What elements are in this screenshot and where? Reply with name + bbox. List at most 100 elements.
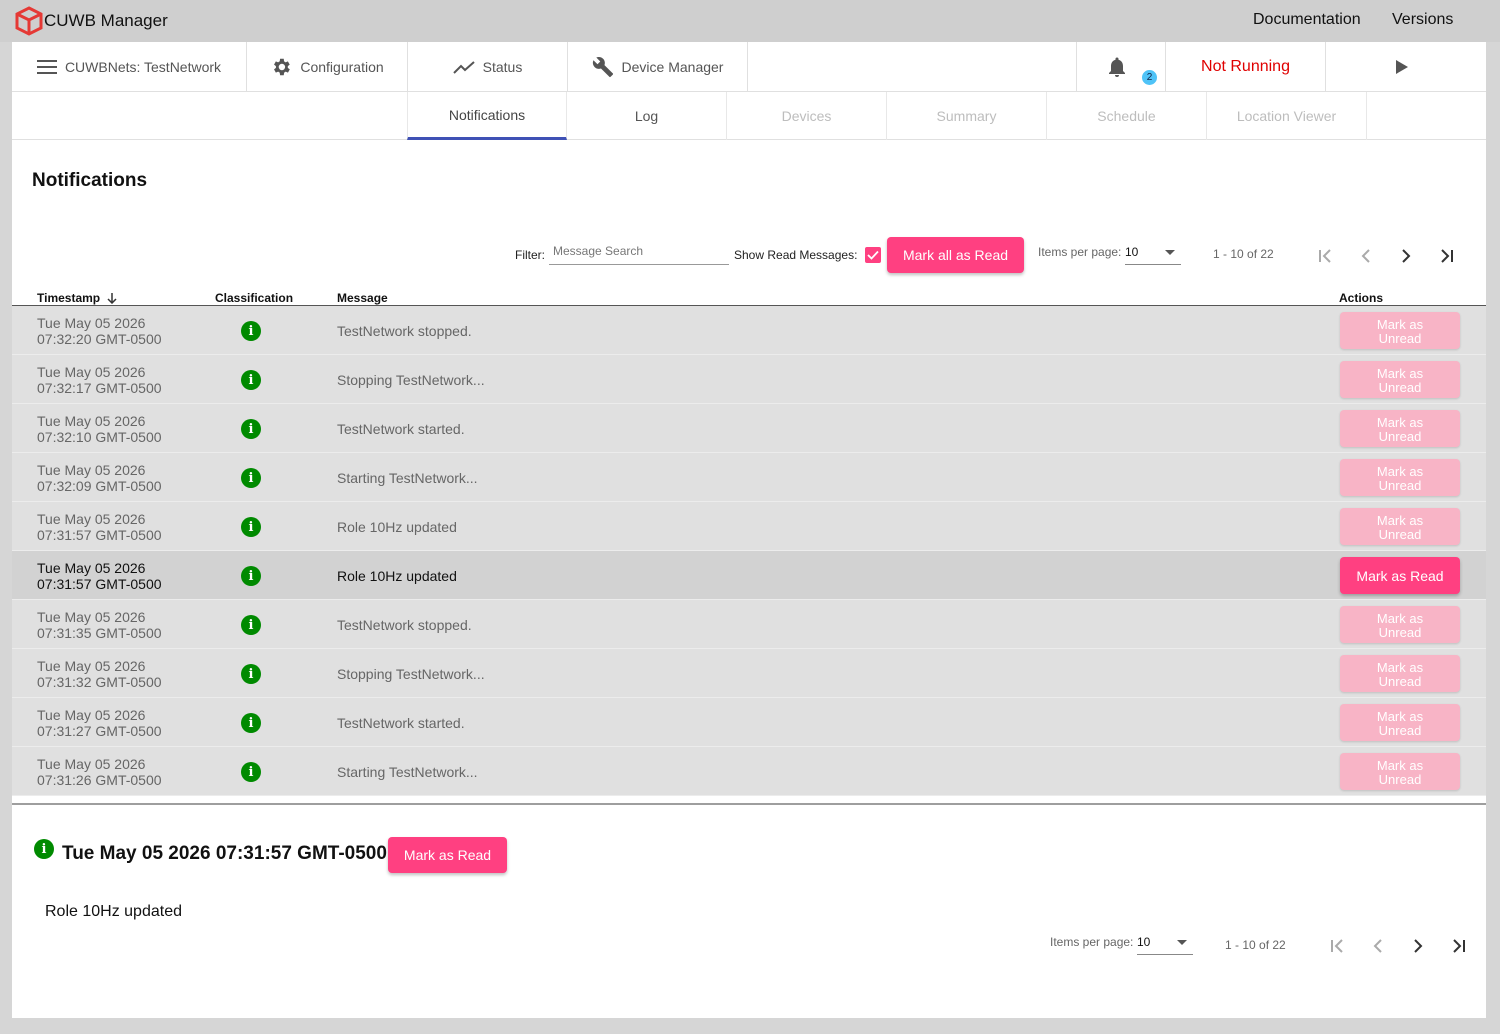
table-row[interactable]: Tue May 05 2026 07:31:35 GMT-0500 i TestNet… bbox=[12, 600, 1486, 649]
mark-read-button[interactable]: Mark as Read bbox=[1340, 557, 1460, 594]
table-row[interactable]: Tue May 05 2026 07:31:57 GMT-0500 i Role 10… bbox=[12, 551, 1486, 600]
row-date: Tue May 05 2026 bbox=[37, 658, 146, 674]
info-icon: i bbox=[241, 566, 261, 586]
status-button[interactable]: Status bbox=[408, 42, 568, 92]
row-date: Tue May 05 2026 bbox=[37, 707, 146, 723]
app-toolbar: CUWB Manager Documentation Versions bbox=[0, 0, 1500, 42]
row-time: 07:32:10 GMT-0500 bbox=[37, 429, 162, 445]
last-page-button[interactable] bbox=[1433, 243, 1459, 269]
items-per-page-select[interactable]: 10 bbox=[1125, 245, 1181, 265]
show-read-checkbox[interactable] bbox=[865, 247, 881, 263]
network-name: CUWBNets: TestNetwork bbox=[64, 59, 222, 75]
last-page-button-bottom[interactable] bbox=[1445, 933, 1471, 959]
table-row[interactable]: Tue May 05 2026 07:32:10 GMT-0500 i TestNet… bbox=[12, 404, 1486, 453]
table-row[interactable]: Tue May 05 2026 07:31:26 GMT-0500 i Startin… bbox=[12, 747, 1486, 796]
row-message: TestNetwork stopped. bbox=[337, 323, 472, 339]
mark-unread-button[interactable]: Mark as Unread bbox=[1340, 410, 1460, 447]
mark-unread-button[interactable]: Mark as Unread bbox=[1340, 606, 1460, 643]
table-row[interactable]: Tue May 05 2026 07:31:32 GMT-0500 i Stoppin… bbox=[12, 649, 1486, 698]
first-page-button[interactable] bbox=[1313, 243, 1339, 269]
mark-all-read-button[interactable]: Mark all as Read bbox=[887, 237, 1024, 273]
mark-unread-button[interactable]: Mark as Unread bbox=[1340, 753, 1460, 790]
row-message: TestNetwork started. bbox=[337, 421, 465, 437]
detail-mark-read-button[interactable]: Mark as Read bbox=[388, 837, 507, 873]
table-row[interactable]: Tue May 05 2026 07:32:17 GMT-0500 i Stoppin… bbox=[12, 355, 1486, 404]
row-timestamp: Tue May 05 2026 07:32:10 GMT-0500 bbox=[37, 413, 162, 445]
mark-unread-line2: Unread bbox=[1378, 380, 1422, 395]
checkmark-icon bbox=[867, 250, 879, 260]
last-page-icon bbox=[1441, 249, 1453, 263]
classification-header: Classification bbox=[215, 291, 294, 305]
range-label-bottom: 1 - 10 of 22 bbox=[1225, 938, 1286, 952]
mark-unread-line2: Unread bbox=[1378, 478, 1422, 493]
timestamp-header[interactable]: Timestamp bbox=[37, 291, 118, 305]
gear-icon bbox=[274, 58, 291, 76]
mark-unread-line1: Mark as bbox=[1376, 758, 1424, 773]
chevron-down-icon bbox=[1165, 250, 1175, 255]
main-panel: CUWBNets: TestNetwork Configuration Stat… bbox=[12, 42, 1486, 1018]
table-row[interactable]: Tue May 05 2026 07:31:57 GMT-0500 i Role 10… bbox=[12, 502, 1486, 551]
row-date: Tue May 05 2026 bbox=[37, 364, 146, 380]
play-icon bbox=[1396, 60, 1408, 74]
notifications-bell-button[interactable]: 2 bbox=[1076, 42, 1166, 92]
mark-unread-button[interactable]: Mark as Unread bbox=[1340, 459, 1460, 496]
app-title: CUWB Manager bbox=[44, 11, 168, 30]
mark-unread-button[interactable]: Mark as Unread bbox=[1340, 655, 1460, 692]
row-time: 07:32:09 GMT-0500 bbox=[37, 478, 162, 494]
info-icon: i bbox=[241, 664, 261, 684]
network-menu-button[interactable]: CUWBNets: TestNetwork bbox=[12, 42, 247, 92]
versions-link[interactable]: Versions bbox=[1392, 11, 1453, 29]
mark-unread-line1: Mark as bbox=[1376, 464, 1424, 479]
next-page-button-bottom[interactable] bbox=[1405, 933, 1431, 959]
mark-unread-line2: Unread bbox=[1378, 429, 1422, 444]
detail-message: Role 10Hz updated bbox=[45, 903, 182, 920]
row-timestamp: Tue May 05 2026 07:32:09 GMT-0500 bbox=[37, 462, 162, 494]
row-message: Stopping TestNetwork... bbox=[337, 372, 485, 388]
tab-log[interactable]: Log bbox=[567, 92, 727, 140]
tab-notifications[interactable]: Notifications bbox=[407, 92, 567, 140]
row-message: Stopping TestNetwork... bbox=[337, 666, 485, 682]
row-timestamp: Tue May 05 2026 07:31:26 GMT-0500 bbox=[37, 756, 162, 788]
row-date: Tue May 05 2026 bbox=[37, 413, 146, 429]
mark-unread-button[interactable]: Mark as Unread bbox=[1340, 312, 1460, 349]
table-row[interactable]: Tue May 05 2026 07:32:20 GMT-0500 i TestNet… bbox=[12, 306, 1486, 355]
row-date: Tue May 05 2026 bbox=[37, 511, 146, 527]
items-per-page-value: 10 bbox=[1125, 245, 1139, 259]
view-tabs: Notifications Log Devices Summary Schedu… bbox=[12, 92, 1486, 140]
table-row[interactable]: Tue May 05 2026 07:31:27 GMT-0500 i TestNet… bbox=[12, 698, 1486, 747]
mark-unread-line1: Mark as bbox=[1376, 415, 1424, 430]
table-row[interactable]: Tue May 05 2026 07:32:09 GMT-0500 i Startin… bbox=[12, 453, 1486, 502]
items-per-page-label: Items per page: bbox=[1038, 245, 1122, 259]
row-message: Role 10Hz updated bbox=[337, 568, 457, 584]
mark-unread-button[interactable]: Mark as Unread bbox=[1340, 704, 1460, 741]
row-message: TestNetwork started. bbox=[337, 715, 465, 731]
start-network-button[interactable] bbox=[1326, 42, 1486, 92]
mark-unread-button[interactable]: Mark as Unread bbox=[1340, 508, 1460, 545]
cuwb-logo-icon bbox=[15, 6, 43, 36]
chevron-left-icon bbox=[1361, 249, 1370, 263]
tab-devices: Devices bbox=[727, 92, 887, 140]
chevron-right-icon bbox=[1402, 249, 1411, 263]
message-search-input[interactable]: Message Search bbox=[549, 244, 729, 265]
tab-location-viewer: Location Viewer bbox=[1207, 92, 1367, 140]
actions-header: Actions bbox=[1339, 291, 1384, 305]
items-per-page-select-bottom[interactable]: 10 bbox=[1137, 935, 1193, 955]
detail-timestamp: Tue May 05 2026 07:31:57 GMT-0500 bbox=[62, 843, 387, 864]
device-manager-button[interactable]: Device Manager bbox=[568, 42, 748, 92]
items-per-page-label-bottom: Items per page: bbox=[1050, 935, 1134, 949]
row-time: 07:31:27 GMT-0500 bbox=[37, 723, 162, 739]
previous-page-button-bottom[interactable] bbox=[1365, 933, 1391, 959]
info-icon: i bbox=[241, 762, 261, 782]
row-time: 07:31:57 GMT-0500 bbox=[37, 576, 162, 592]
previous-page-button[interactable] bbox=[1353, 243, 1379, 269]
documentation-link[interactable]: Documentation bbox=[1253, 11, 1361, 29]
mark-unread-line2: Unread bbox=[1378, 527, 1422, 542]
mark-unread-line2: Unread bbox=[1378, 625, 1422, 640]
mark-unread-button[interactable]: Mark as Unread bbox=[1340, 361, 1460, 398]
first-page-button-bottom[interactable] bbox=[1325, 933, 1351, 959]
tab-schedule: Schedule bbox=[1047, 92, 1207, 140]
configuration-button[interactable]: Configuration bbox=[247, 42, 408, 92]
message-header: Message bbox=[337, 291, 388, 305]
next-page-button[interactable] bbox=[1393, 243, 1419, 269]
row-time: 07:31:57 GMT-0500 bbox=[37, 527, 162, 543]
